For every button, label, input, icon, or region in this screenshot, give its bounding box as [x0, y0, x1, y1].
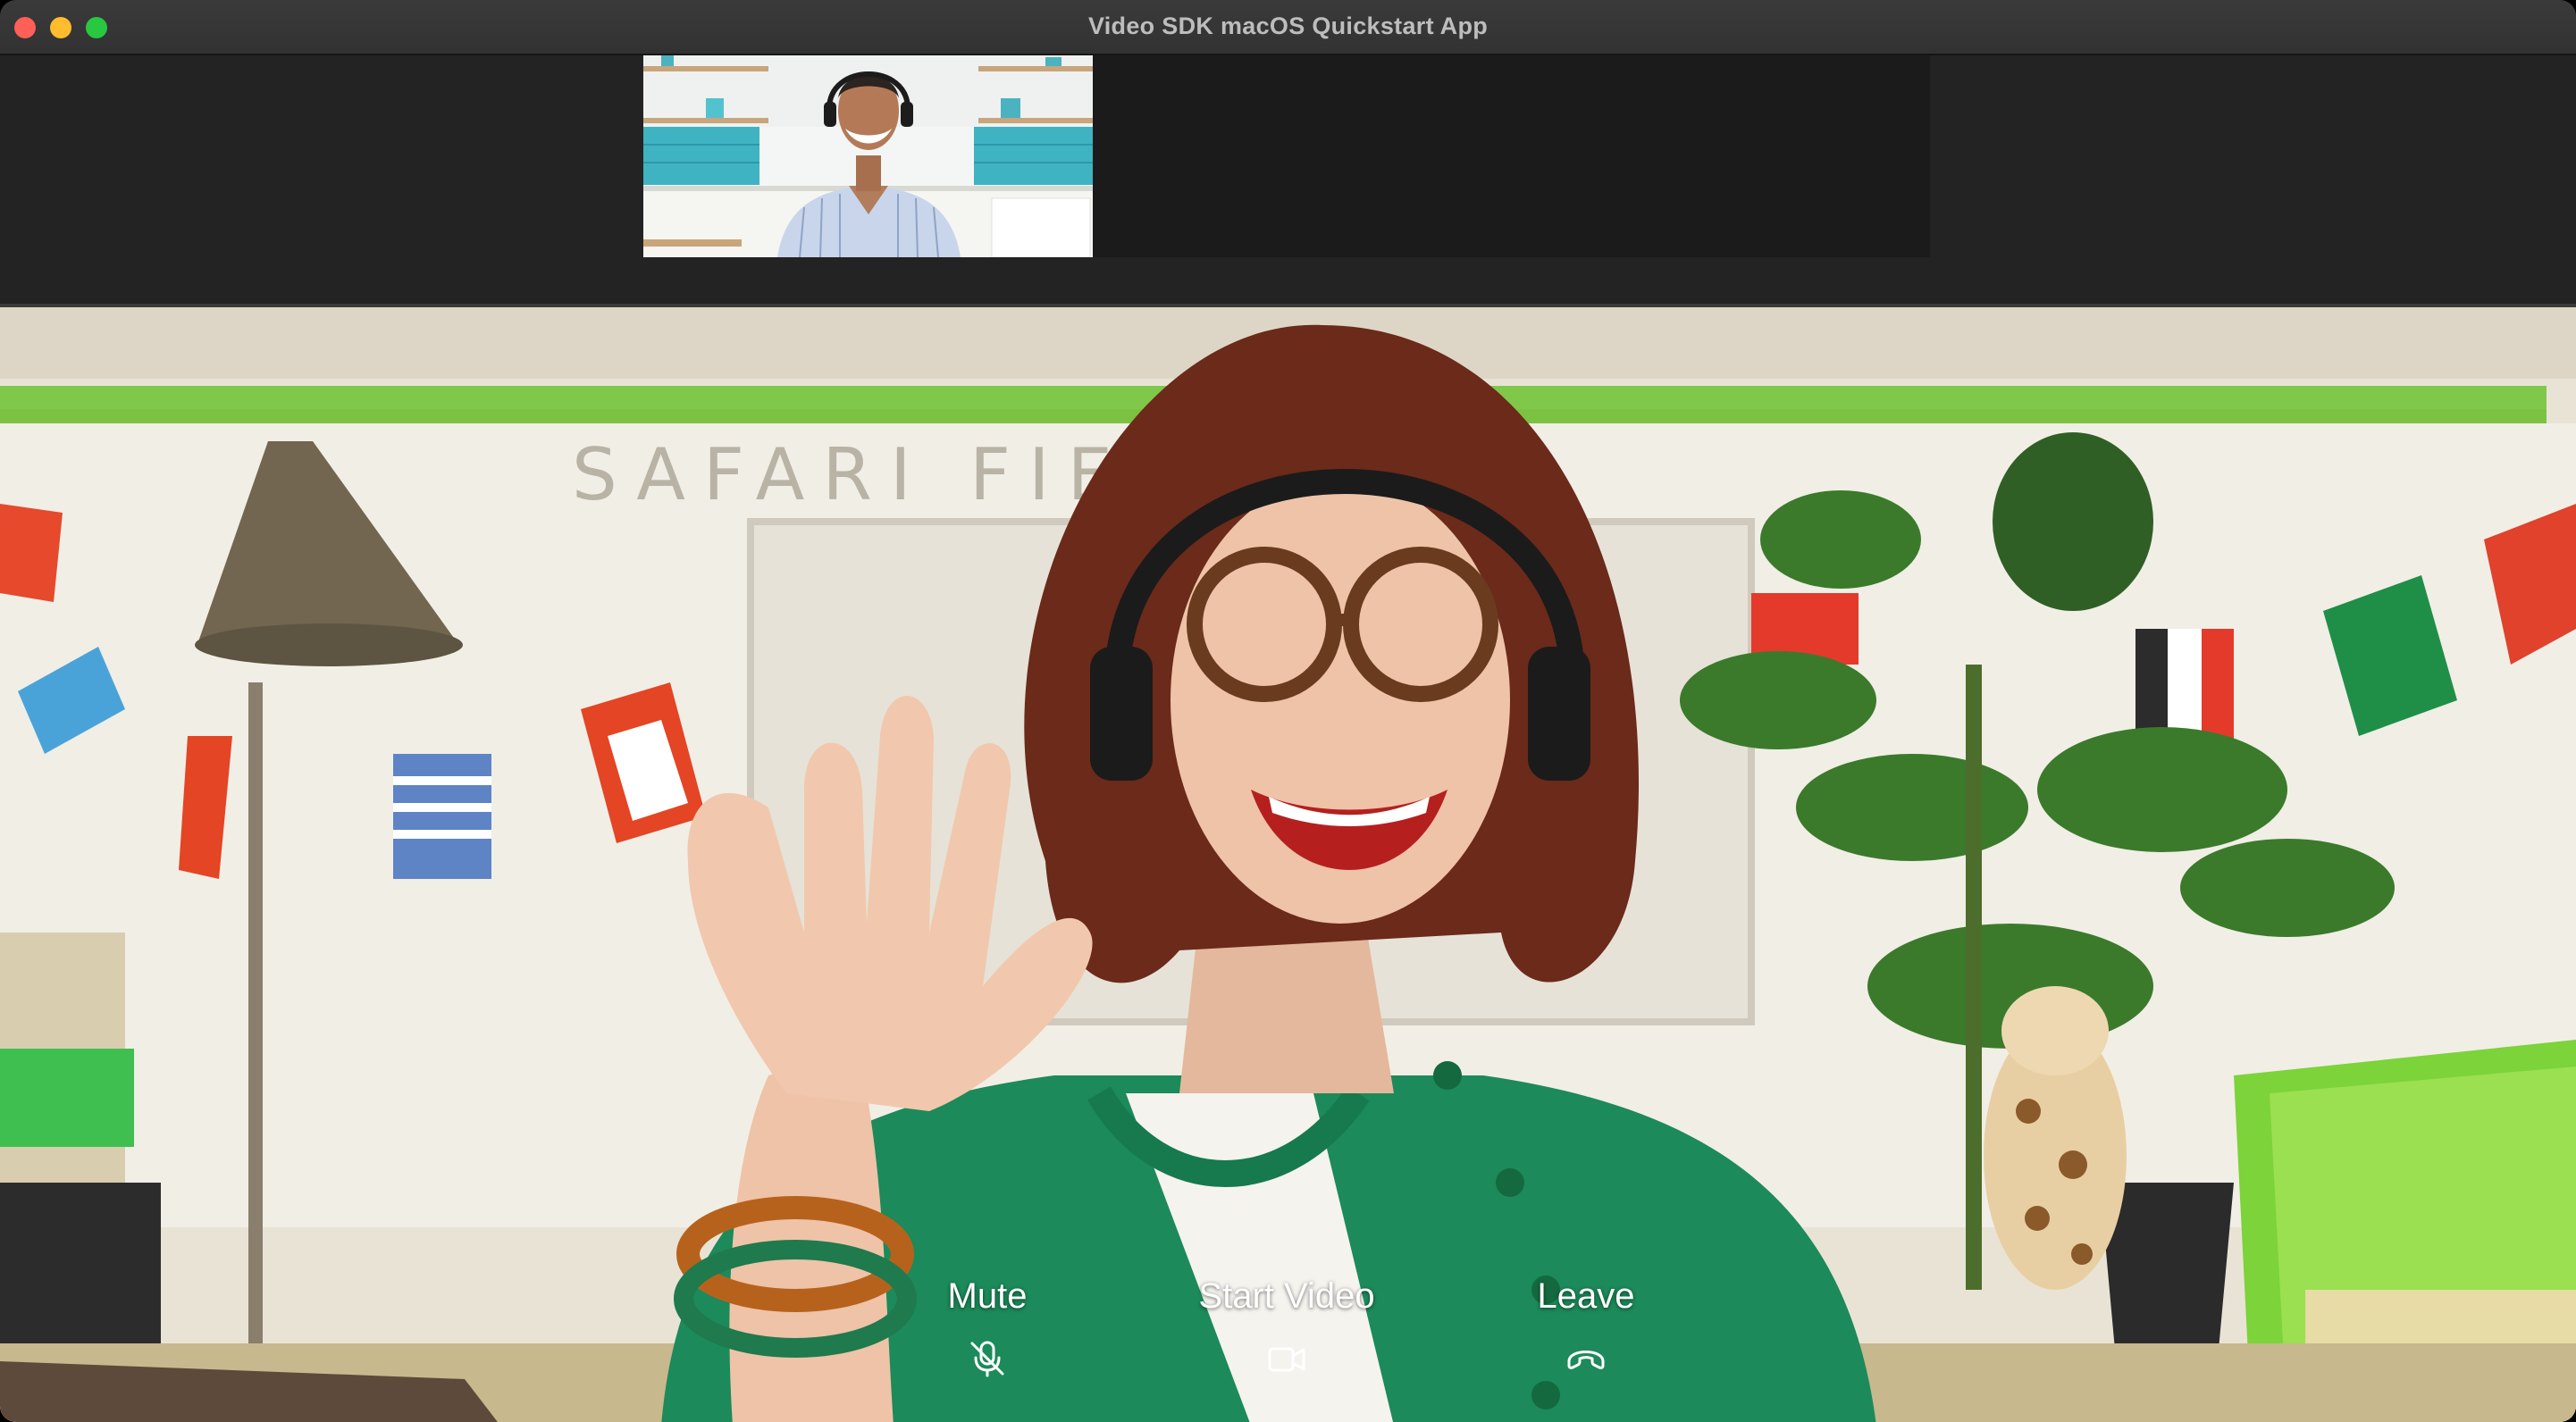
mute-button[interactable]: Mute	[898, 1274, 1077, 1379]
leave-button[interactable]: Leave	[1497, 1274, 1675, 1379]
mic-off-icon	[967, 1338, 1008, 1379]
main-video-view[interactable]: SAFARI FIELD	[0, 304, 2576, 1422]
start-video-button[interactable]: Start Video	[1153, 1274, 1421, 1379]
video-camera-icon	[1266, 1338, 1307, 1379]
participant-thumbnail-video[interactable]	[643, 55, 1093, 257]
participant-strip[interactable]	[0, 55, 2576, 304]
title-bar[interactable]: Video SDK macOS Quickstart App	[0, 0, 2576, 55]
app-window: Video SDK macOS Quickstart App SAFARI FI…	[0, 0, 2576, 1422]
phone-hangup-icon	[1565, 1338, 1607, 1379]
leave-label: Leave	[1537, 1276, 1635, 1316]
main-video-frame: SAFARI FIELD	[0, 307, 2576, 1422]
mute-label: Mute	[947, 1276, 1028, 1316]
window-title: Video SDK macOS Quickstart App	[1087, 13, 1489, 39]
thumbnail-video-frame	[643, 55, 1093, 257]
start-video-label: Start Video	[1198, 1276, 1375, 1316]
